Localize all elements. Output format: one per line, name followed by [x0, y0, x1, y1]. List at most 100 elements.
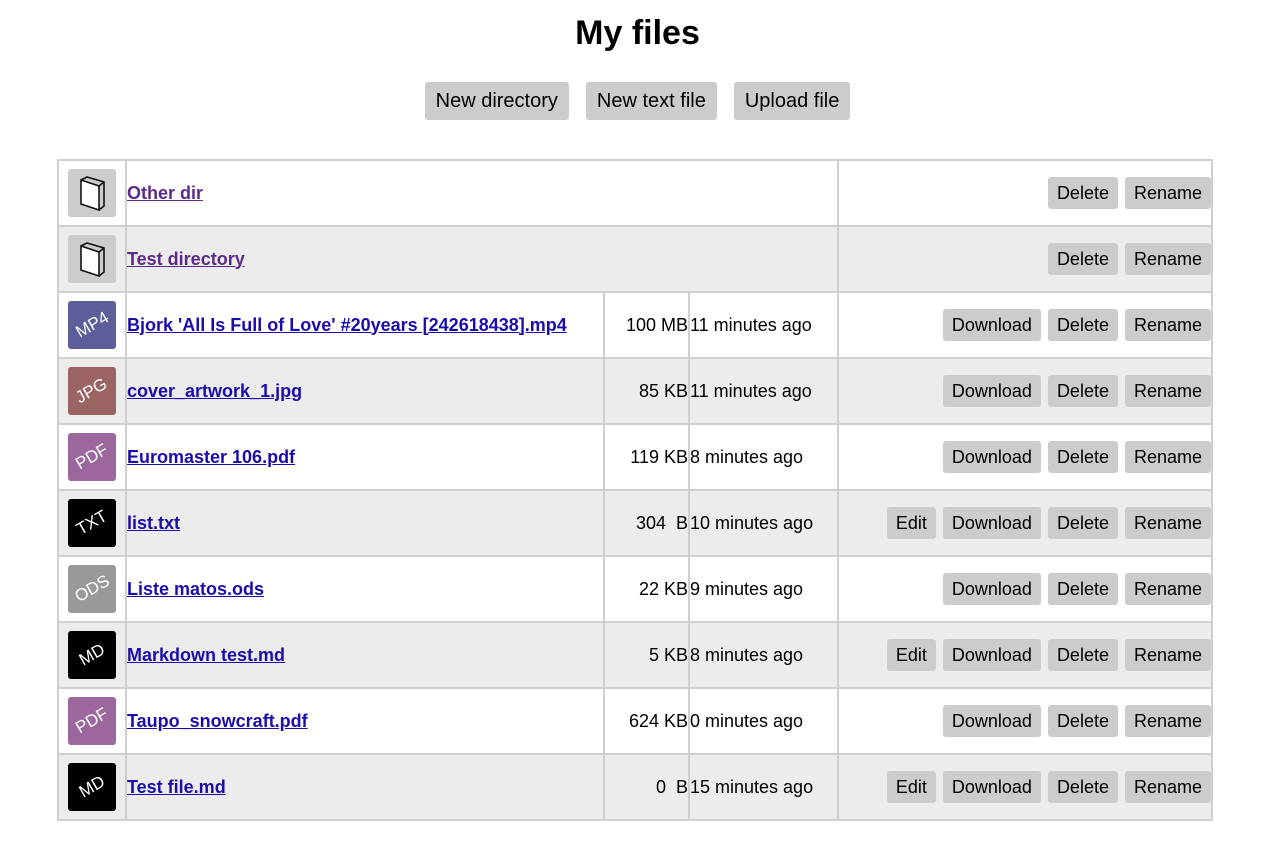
page-title: My files: [575, 14, 700, 52]
file-link[interactable]: cover_artwork_1.jpg: [127, 381, 302, 401]
folder-svg: [80, 176, 105, 212]
download-button[interactable]: Download: [942, 441, 1041, 473]
file-link[interactable]: Taupo_snowcraft.pdf: [127, 711, 308, 731]
new-text-file-button[interactable]: New text file: [585, 82, 717, 120]
rename-button[interactable]: Rename: [1124, 309, 1212, 341]
row-actions: Delete Rename: [837, 159, 1214, 227]
file-type-label: JPG: [72, 374, 111, 408]
file-modified: 10 minutes ago: [687, 489, 840, 557]
file-modified: 0 minutes ago: [687, 687, 840, 755]
row-actions: Edit Download Delete Rename: [837, 621, 1214, 689]
directory-row: Test directory Delete Rename: [57, 225, 1214, 293]
rename-button[interactable]: Rename: [1124, 705, 1212, 737]
rename-button[interactable]: Rename: [1124, 375, 1212, 407]
row-actions: Download Delete Rename: [837, 423, 1214, 491]
delete-button[interactable]: Delete: [1047, 507, 1118, 539]
row-actions: Download Delete Rename: [837, 687, 1214, 755]
delete-button[interactable]: Delete: [1047, 375, 1118, 407]
md-file-icon: MD: [68, 631, 116, 679]
mp4-file-icon: MP4: [68, 301, 116, 349]
txt-file-icon: TXT: [68, 499, 116, 547]
row-actions: Edit Download Delete Rename: [837, 753, 1214, 821]
rename-button[interactable]: Rename: [1124, 507, 1212, 539]
file-size: 624 KB: [603, 687, 690, 755]
download-button[interactable]: Download: [942, 573, 1041, 605]
file-link[interactable]: Markdown test.md: [127, 645, 285, 665]
file-size: 100 MB: [603, 291, 690, 359]
file-link[interactable]: Euromaster 106.pdf: [127, 447, 295, 467]
row-actions: Edit Download Delete Rename: [837, 489, 1214, 557]
download-button[interactable]: Download: [942, 771, 1041, 803]
file-size: 119 KB: [603, 423, 690, 491]
folder-icon: [68, 235, 116, 283]
rename-button[interactable]: Rename: [1124, 771, 1212, 803]
md-file-icon: MD: [68, 763, 116, 811]
row-actions: Download Delete Rename: [837, 555, 1214, 623]
delete-button[interactable]: Delete: [1047, 243, 1118, 275]
edit-button[interactable]: Edit: [886, 507, 936, 539]
delete-button[interactable]: Delete: [1047, 177, 1118, 209]
folder-icon: [68, 169, 116, 217]
file-modified: 8 minutes ago: [687, 423, 840, 491]
file-row: MP4 Bjork 'All Is Full of Love' #20years …: [57, 291, 1214, 359]
file-modified: 11 minutes ago: [687, 291, 840, 359]
file-type-label: MD: [75, 639, 108, 670]
file-row: PDF Euromaster 106.pdf 119 KB 8 minutes ago…: [57, 423, 1214, 491]
pdf-file-icon: PDF: [68, 433, 116, 481]
download-button[interactable]: Download: [942, 507, 1041, 539]
delete-button[interactable]: Delete: [1047, 573, 1118, 605]
rename-button[interactable]: Rename: [1124, 639, 1212, 671]
file-type-label: MP4: [71, 307, 112, 342]
file-row: JPG cover_artwork_1.jpg 85 KB 11 minutes ag…: [57, 357, 1214, 425]
rename-button[interactable]: Rename: [1124, 573, 1212, 605]
file-table: Other dir Delete Rename Test directory Delet…: [57, 159, 1214, 821]
file-size: 0 B: [603, 753, 690, 821]
directory-link[interactable]: Test directory: [127, 249, 245, 269]
delete-button[interactable]: Delete: [1047, 639, 1118, 671]
rename-button[interactable]: Rename: [1124, 441, 1212, 473]
new-directory-button[interactable]: New directory: [424, 82, 569, 120]
file-link[interactable]: Bjork 'All Is Full of Love' #20years [24…: [127, 315, 567, 335]
file-modified: 11 minutes ago: [687, 357, 840, 425]
file-size: 22 KB: [603, 555, 690, 623]
file-row: ODS Liste matos.ods 22 KB 9 minutes ago Down…: [57, 555, 1214, 623]
row-actions: Download Delete Rename: [837, 291, 1214, 359]
toolbar: New directory New text file Upload file: [0, 82, 1275, 120]
delete-button[interactable]: Delete: [1047, 441, 1118, 473]
file-link[interactable]: Liste matos.ods: [127, 579, 264, 599]
file-size: 304 B: [603, 489, 690, 557]
edit-button[interactable]: Edit: [886, 771, 936, 803]
directory-row: Other dir Delete Rename: [57, 159, 1214, 227]
file-row: MD Test file.md 0 B 15 minutes ago Edit Downl…: [57, 753, 1214, 821]
delete-button[interactable]: Delete: [1047, 309, 1118, 341]
edit-button[interactable]: Edit: [886, 639, 936, 671]
upload-file-button[interactable]: Upload file: [733, 82, 851, 120]
file-type-label: TXT: [73, 506, 111, 539]
download-button[interactable]: Download: [942, 309, 1041, 341]
file-row: MD Markdown test.md 5 KB 8 minutes ago Edit D…: [57, 621, 1214, 689]
download-button[interactable]: Download: [942, 639, 1041, 671]
folder-svg: [80, 242, 105, 278]
jpg-file-icon: JPG: [68, 367, 116, 415]
file-modified: 15 minutes ago: [687, 753, 840, 821]
row-actions: Delete Rename: [837, 225, 1214, 293]
directory-link[interactable]: Other dir: [127, 183, 203, 203]
rename-button[interactable]: Rename: [1124, 177, 1212, 209]
file-row: TXT list.txt 304 B 10 minutes ago Edit Downlo…: [57, 489, 1214, 557]
file-type-label: ODS: [71, 571, 113, 607]
file-link[interactable]: list.txt: [127, 513, 180, 533]
file-size: 85 KB: [603, 357, 690, 425]
delete-button[interactable]: Delete: [1047, 771, 1118, 803]
file-size: 5 KB: [603, 621, 690, 689]
rename-button[interactable]: Rename: [1124, 243, 1212, 275]
row-actions: Download Delete Rename: [837, 357, 1214, 425]
download-button[interactable]: Download: [942, 375, 1041, 407]
file-type-label: PDF: [72, 703, 112, 738]
ods-file-icon: ODS: [68, 565, 116, 613]
file-type-label: MD: [75, 771, 108, 802]
download-button[interactable]: Download: [942, 705, 1041, 737]
file-link[interactable]: Test file.md: [127, 777, 226, 797]
file-modified: 9 minutes ago: [687, 555, 840, 623]
file-modified: 8 minutes ago: [687, 621, 840, 689]
delete-button[interactable]: Delete: [1047, 705, 1118, 737]
